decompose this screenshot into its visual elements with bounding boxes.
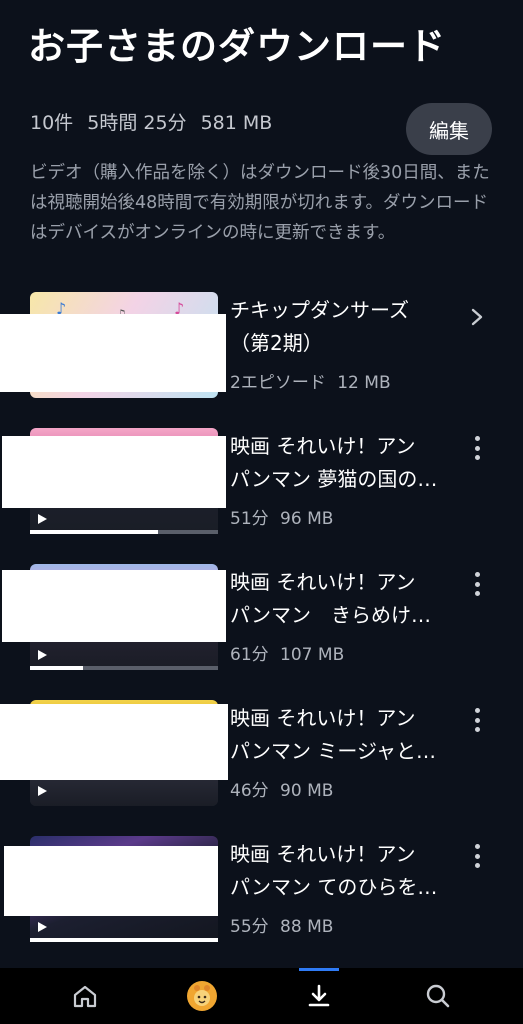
watch-progress: [30, 666, 218, 670]
downloads-icon: [308, 984, 330, 1007]
download-count: 10件: [30, 112, 74, 134]
chevron-right-icon[interactable]: [466, 306, 488, 328]
nav-search[interactable]: [403, 968, 473, 1024]
bottom-nav: [0, 968, 523, 1024]
page-title: お子さまのダウンロード: [28, 25, 446, 68]
more-options-icon[interactable]: [466, 568, 488, 600]
more-options-icon[interactable]: [466, 432, 488, 464]
search-icon: [426, 984, 450, 1008]
download-item[interactable]: 映画 それいけ！アン パンマン ミージャと… 46分 90 MB: [0, 700, 523, 812]
download-item[interactable]: 映画 それいけ！アン パンマン 夢猫の国の… 51分 96 MB: [0, 428, 523, 540]
play-icon: [38, 922, 47, 932]
expiry-notice: ビデオ（購入作品を除く）はダウンロード後30日間、または視聴開始後48時間で有効…: [30, 163, 490, 243]
item-title: 映画 それいけ！アン パンマン ミージャと…: [230, 706, 436, 763]
item-meta: 2エピソード 12 MB: [230, 373, 391, 393]
redacted-overlay: [4, 846, 218, 916]
item-title: 映画 それいけ！アン パンマン 夢猫の国の…: [230, 434, 438, 491]
download-item[interactable]: ♪ ♫ ♪ チキップダンサーズ （第2期） 2エピソード 12 MB: [0, 292, 523, 404]
more-options-icon[interactable]: [466, 840, 488, 872]
nav-home[interactable]: [50, 968, 120, 1024]
play-icon: [38, 786, 47, 796]
download-item[interactable]: 映画 それいけ！アン パンマン きらめけ… 61分 107 MB: [0, 564, 523, 676]
item-meta: 61分 107 MB: [230, 645, 345, 665]
item-meta: 46分 90 MB: [230, 781, 334, 801]
item-meta: 55分 88 MB: [230, 917, 334, 937]
watch-progress: [30, 530, 218, 534]
nav-kids-profile[interactable]: [167, 968, 237, 1024]
play-icon: [38, 514, 47, 524]
active-tab-indicator: [299, 968, 339, 971]
redacted-overlay: [0, 314, 226, 392]
redacted-overlay: [0, 704, 228, 780]
item-title: 映画 それいけ！アン パンマン てのひらを…: [230, 842, 438, 899]
redacted-overlay: [2, 436, 226, 508]
item-meta: 51分 96 MB: [230, 509, 334, 529]
download-item[interactable]: 映画 それいけ！アン パンマン てのひらを… 55分 88 MB: [0, 836, 523, 948]
redacted-overlay: [2, 570, 226, 642]
download-duration: 5時間 25分: [87, 112, 187, 134]
download-stats: 10件 5時間 25分 581 MB: [30, 108, 280, 135]
nav-downloads[interactable]: [284, 968, 354, 1024]
download-size: 581 MB: [200, 112, 273, 134]
item-title: 映画 それいけ！アン パンマン きらめけ…: [230, 570, 431, 627]
item-title: チキップダンサーズ （第2期）: [230, 298, 409, 355]
more-options-icon[interactable]: [466, 704, 488, 736]
watch-progress: [30, 938, 218, 942]
edit-button[interactable]: 編集: [406, 103, 492, 155]
home-icon: [73, 985, 97, 1008]
play-icon: [38, 650, 47, 660]
kids-profile-icon: [187, 981, 217, 1011]
